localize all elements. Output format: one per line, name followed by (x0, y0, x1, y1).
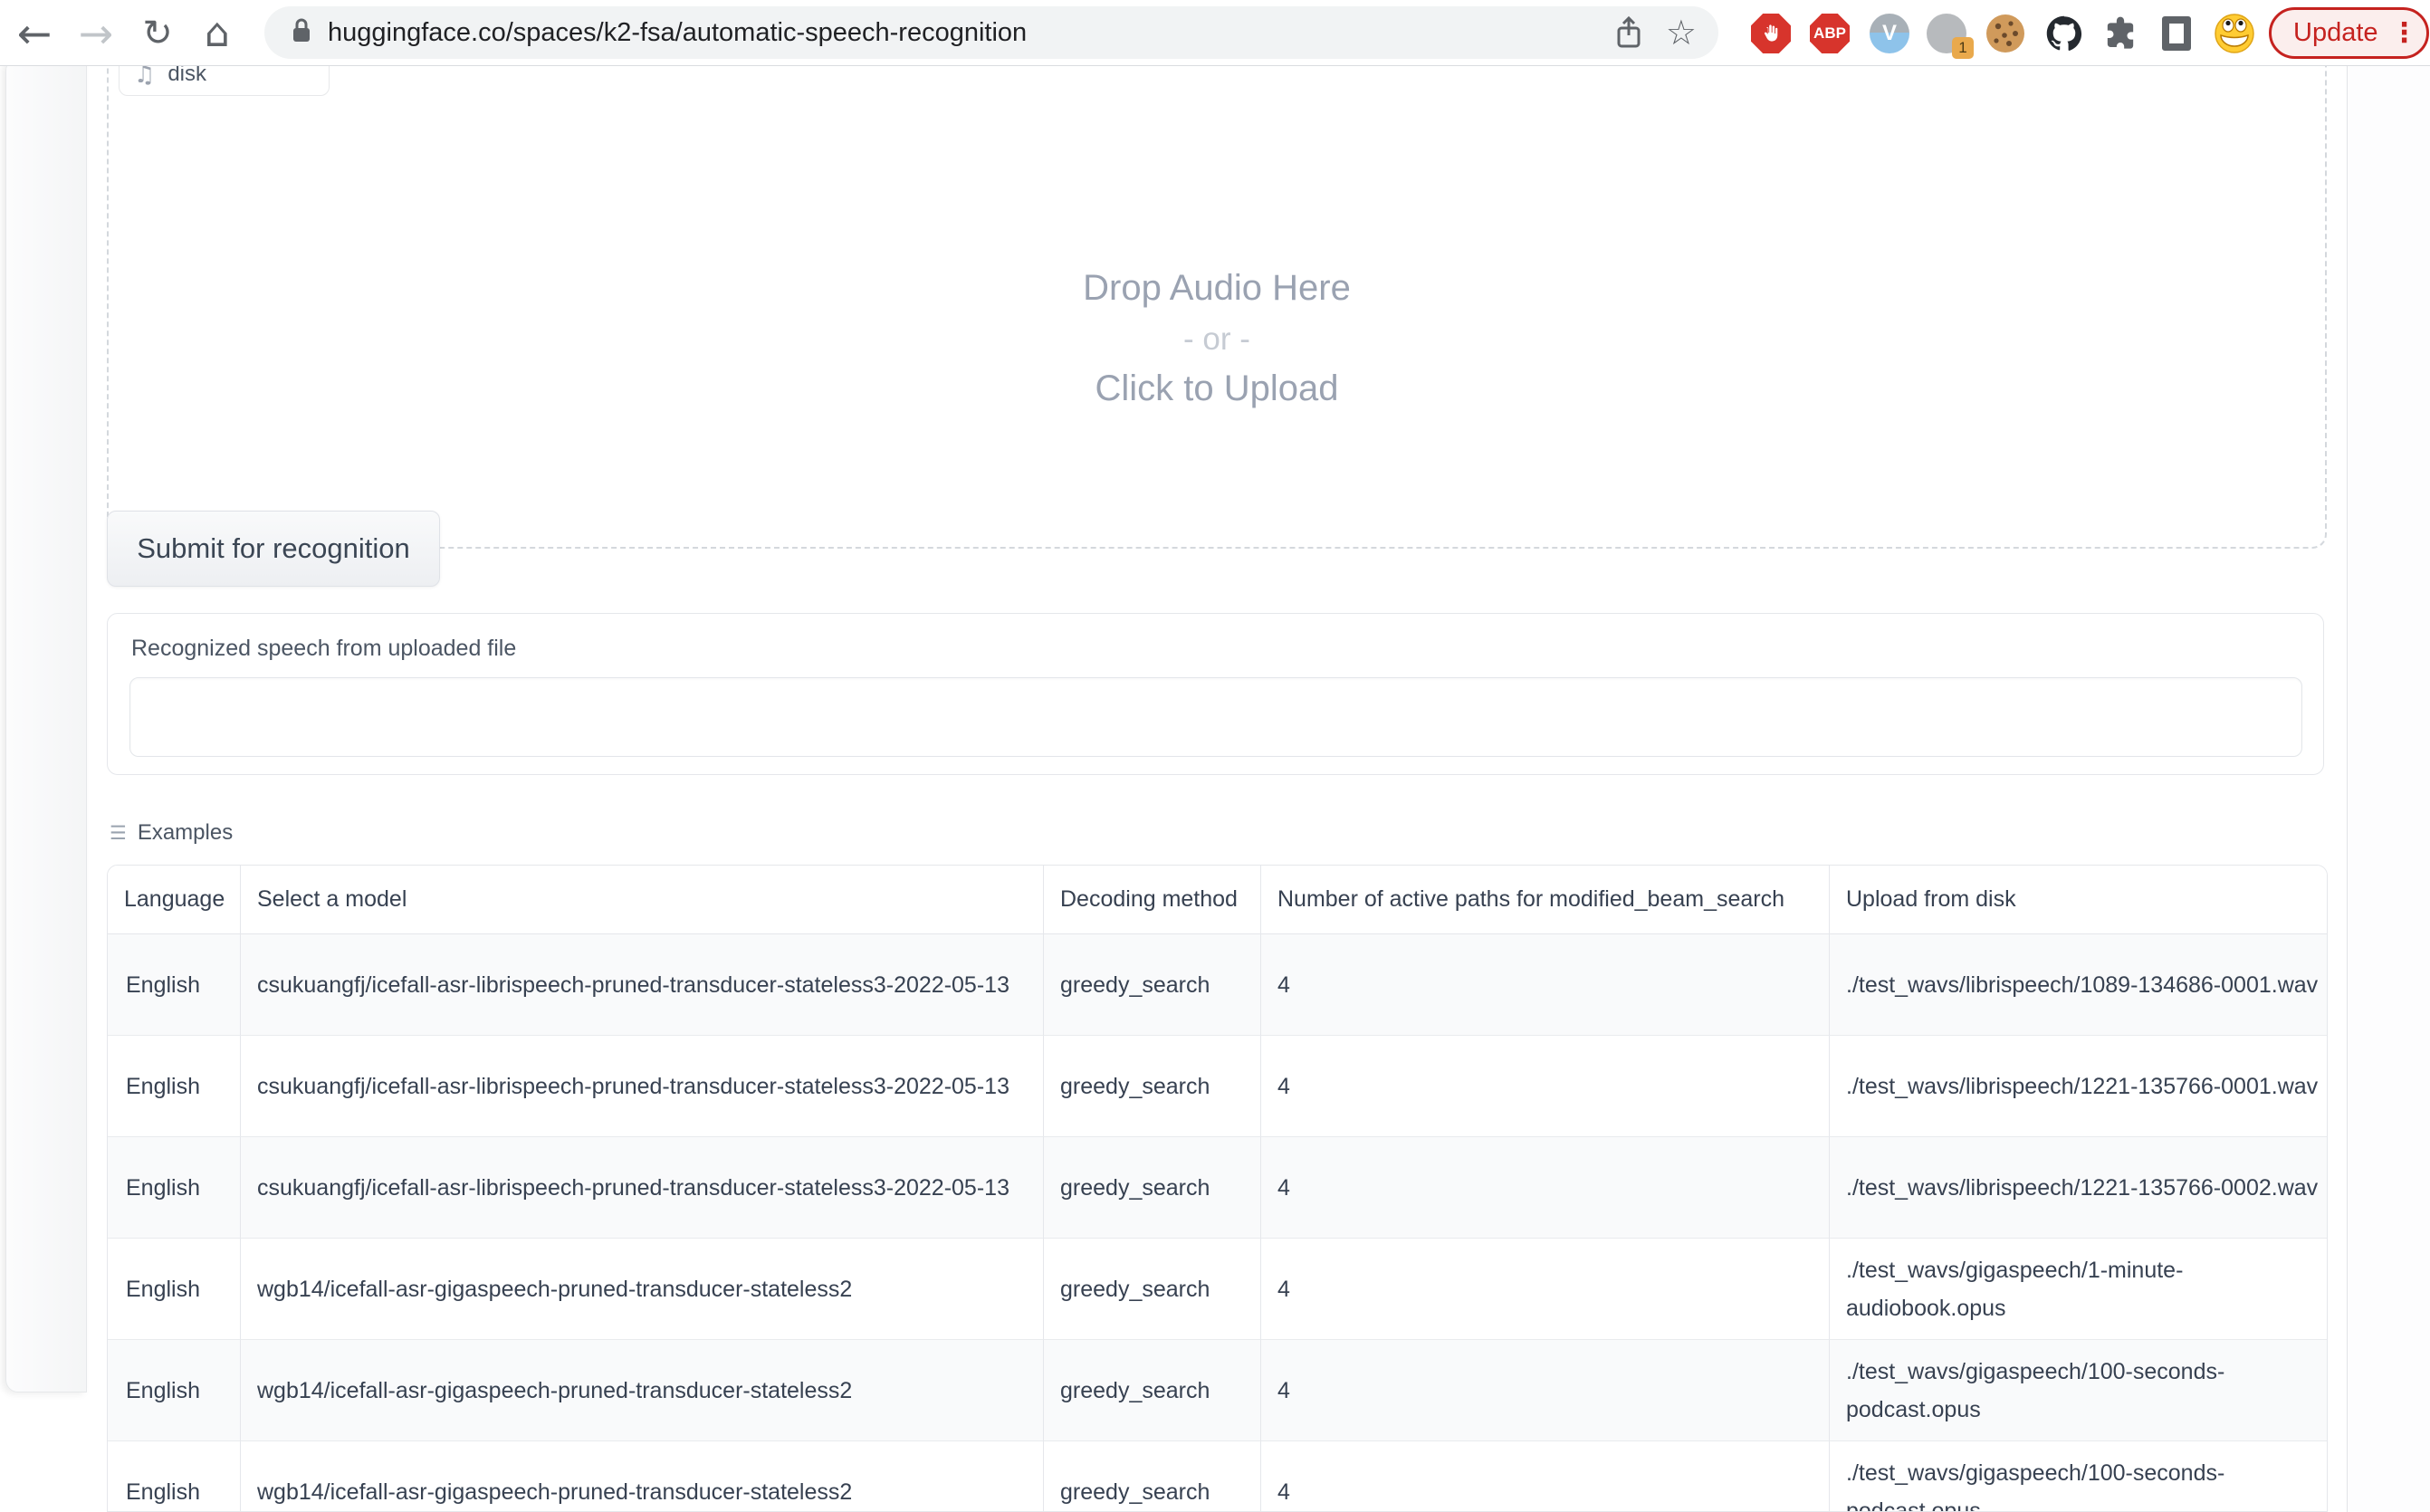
column-header: Decoding method (1044, 866, 1261, 934)
table-cell: csukuangfj/icefall-asr-librispeech-prune… (241, 1137, 1044, 1239)
recognized-speech-output[interactable] (129, 677, 2302, 757)
column-header: Select a model (241, 866, 1044, 934)
url-text: huggingface.co/spaces/k2-fsa/automatic-s… (328, 18, 1027, 48)
share-icon[interactable] (1615, 15, 1642, 50)
table-cell: ./test_wavs/librispeech/1221-135766-0001… (1830, 1036, 2328, 1137)
table-cell: English (108, 1340, 241, 1441)
browser-scrollbar[interactable] (2347, 66, 2430, 1512)
list-icon: ☰ (110, 822, 127, 844)
lock-icon (290, 16, 313, 50)
table-cell: English (108, 934, 241, 1036)
example-row[interactable]: Englishcsukuangfj/icefall-asr-librispeec… (108, 1137, 2328, 1239)
bookmark-star-icon[interactable]: ☆ (1666, 15, 1697, 50)
examples-table-container: LanguageSelect a modelDecoding methodNum… (107, 865, 2328, 1512)
kebab-menu-icon[interactable]: ⋮ (2391, 17, 2418, 49)
forward-button[interactable]: → (69, 0, 123, 66)
dropzone-subtitle: Click to Upload (109, 367, 2325, 410)
browser-window: ← → ↻ ⌂ huggingface.co/spaces/k2-fsa/aut… (0, 0, 2430, 1512)
examples-header: ☰ Examples (110, 820, 233, 846)
table-cell: greedy_search (1044, 1340, 1261, 1441)
table-cell: 4 (1261, 934, 1830, 1036)
table-cell: wgb14/icefall-asr-gigaspeech-pruned-tran… (241, 1441, 1044, 1512)
notifier-extension-icon[interactable]: 1 (1926, 13, 1967, 54)
table-cell: 4 (1261, 1340, 1830, 1441)
submit-for-recognition-button[interactable]: Submit for recognition (107, 511, 440, 587)
table-cell: ./test_wavs/librispeech/1089-134686-0001… (1830, 934, 2328, 1036)
reading-mode-icon[interactable] (2156, 13, 2197, 54)
column-header: Upload from disk (1830, 866, 2328, 934)
dropzone-divider: - or - (109, 318, 2325, 361)
table-cell: 4 (1261, 1036, 1830, 1137)
table-cell: greedy_search (1044, 1036, 1261, 1137)
table-cell: English (108, 1036, 241, 1137)
grin-emoji-icon (2214, 13, 2255, 54)
back-button[interactable]: ← (7, 0, 62, 66)
table-cell: 4 (1261, 1441, 1830, 1512)
table-cell: wgb14/icefall-asr-gigaspeech-pruned-tran… (241, 1340, 1044, 1441)
column-header: Number of active paths for modified_beam… (1261, 866, 1830, 934)
adblock-extension-icon[interactable] (1750, 13, 1792, 54)
table-cell: ./test_wavs/gigaspeech/100-seconds-podca… (1830, 1340, 2328, 1441)
update-label: Update (2293, 18, 2378, 48)
browser-toolbar: ← → ↻ ⌂ huggingface.co/spaces/k2-fsa/aut… (0, 0, 2430, 66)
table-cell: greedy_search (1044, 934, 1261, 1036)
home-icon: ⌂ (205, 10, 230, 56)
output-label: Recognized speech from uploaded file (131, 636, 516, 662)
abp-extension-icon[interactable]: ABP (1809, 13, 1851, 54)
examples-label: Examples (138, 820, 233, 846)
recognized-speech-panel: Recognized speech from uploaded file (107, 613, 2324, 775)
table-cell: ./test_wavs/gigaspeech/1-minute-audioboo… (1830, 1239, 2328, 1340)
page-content: Drop Audio Here - or - Click to Upload ♫… (0, 66, 2430, 1512)
address-bar[interactable]: huggingface.co/spaces/k2-fsa/automatic-s… (264, 6, 1718, 59)
example-row[interactable]: Englishwgb14/icefall-asr-gigaspeech-prun… (108, 1239, 2328, 1340)
table-cell: English (108, 1441, 241, 1512)
hand-icon (1760, 23, 1782, 44)
audio-dropzone[interactable]: Drop Audio Here - or - Click to Upload (107, 25, 2327, 549)
forward-icon: → (79, 9, 114, 58)
table-cell: English (108, 1239, 241, 1340)
table-cell: greedy_search (1044, 1239, 1261, 1340)
cookie-extension-icon[interactable] (1985, 13, 2026, 54)
table-cell: English (108, 1137, 241, 1239)
reload-button[interactable]: ↻ (130, 0, 185, 66)
back-icon: ← (17, 9, 53, 58)
example-row[interactable]: Englishwgb14/icefall-asr-gigaspeech-prun… (108, 1441, 2328, 1512)
example-row[interactable]: Englishcsukuangfj/icefall-asr-librispeec… (108, 1036, 2328, 1137)
music-note-icon: ♫ (134, 63, 155, 87)
examples-table: LanguageSelect a modelDecoding methodNum… (108, 866, 2328, 1512)
table-cell: greedy_search (1044, 1441, 1261, 1512)
reload-icon: ↻ (142, 13, 173, 54)
table-cell: ./test_wavs/librispeech/1221-135766-0002… (1830, 1137, 2328, 1239)
table-cell: csukuangfj/icefall-asr-librispeech-prune… (241, 1036, 1044, 1137)
home-button[interactable]: ⌂ (190, 0, 244, 66)
chrome-update-button[interactable]: Update ⋮ (2269, 7, 2429, 59)
extension-badge: 1 (1952, 37, 1974, 59)
table-cell: 4 (1261, 1137, 1830, 1239)
example-row[interactable]: Englishwgb14/icefall-asr-gigaspeech-prun… (108, 1340, 2328, 1441)
github-extension-icon[interactable] (2043, 13, 2085, 54)
table-cell: csukuangfj/icefall-asr-librispeech-prune… (241, 934, 1044, 1036)
example-row[interactable]: Englishcsukuangfj/icefall-asr-librispeec… (108, 934, 2328, 1036)
table-cell: wgb14/icefall-asr-gigaspeech-pruned-tran… (241, 1239, 1044, 1340)
table-cell: 4 (1261, 1239, 1830, 1340)
left-rail (5, 58, 87, 1392)
puzzle-extensions-menu-icon[interactable] (2100, 13, 2141, 54)
vimium-extension-icon[interactable]: V (1869, 13, 1910, 54)
table-cell: ./test_wavs/gigaspeech/100-seconds-podca… (1830, 1441, 2328, 1512)
profile-avatar[interactable] (2214, 13, 2255, 54)
dropzone-title: Drop Audio Here (109, 266, 2325, 310)
column-header: Language (108, 866, 241, 934)
table-cell: greedy_search (1044, 1137, 1261, 1239)
